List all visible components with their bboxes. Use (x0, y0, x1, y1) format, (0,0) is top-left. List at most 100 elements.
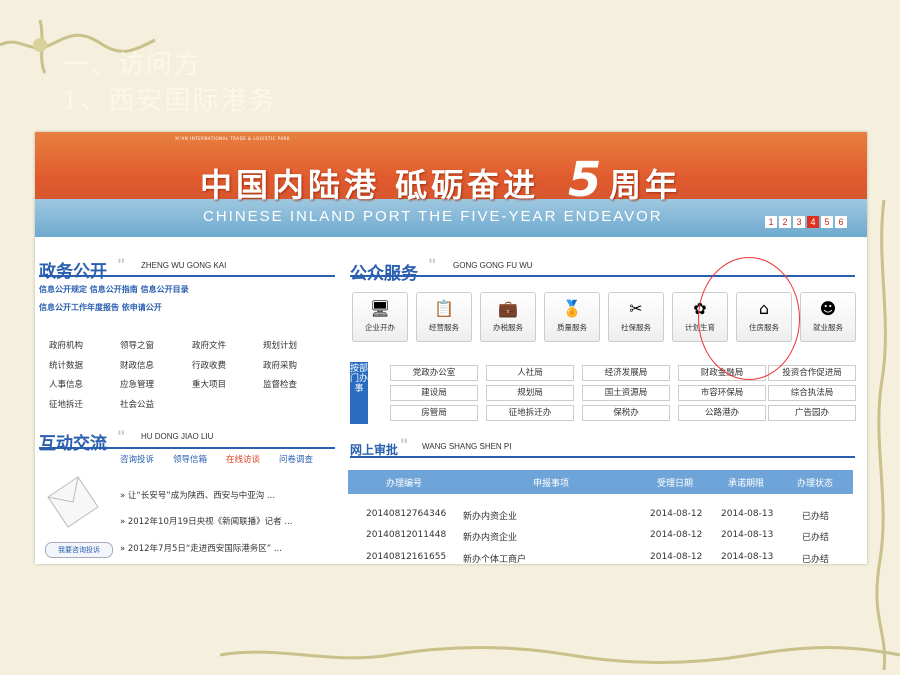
banner: XI'AN INTERNATIONAL TRADE & LOGISTIC PAR… (35, 132, 867, 237)
envelope-icon (47, 476, 99, 528)
clipboard-icon: 📋 (434, 299, 454, 318)
slide-title-line1: 一、访问方 (62, 50, 203, 80)
pager-5[interactable]: 5 (821, 216, 833, 228)
pager-1[interactable]: 1 (765, 216, 777, 228)
col-date: 受理日期 (657, 479, 694, 489)
vine-decoration-right (875, 200, 887, 670)
dept-button[interactable]: 市容环保局 (678, 385, 766, 401)
service-employment[interactable]: ☻ 就业服务 (800, 292, 856, 342)
service-social-security[interactable]: ✂ 社保服务 (608, 292, 664, 342)
banner-headline: 中国内陆港 砥砺奋进 周年 (200, 160, 681, 206)
dept-button[interactable]: 人社局 (486, 365, 574, 381)
cell-id: 20140812011448 (366, 530, 447, 540)
dept-button[interactable]: 公路港办 (678, 405, 766, 421)
news-item[interactable]: » 2012年7月5日“走进西安国际港务区” ... (120, 542, 282, 554)
gov-item[interactable]: 征地拆迁 (49, 398, 83, 410)
gov-item[interactable]: 统计数据 (49, 359, 83, 371)
briefcase-icon: 💼 (498, 299, 518, 318)
gov-item[interactable]: 社会公益 (120, 398, 154, 410)
public-title: 公众服务 (350, 264, 418, 284)
pager-4[interactable]: 4 (807, 216, 819, 228)
gov-item[interactable]: 规划计划 (263, 339, 297, 351)
service-operation[interactable]: 📋 经营服务 (416, 292, 472, 342)
dept-button[interactable]: 综合执法局 (768, 385, 856, 401)
people-icon: ☻ (819, 299, 837, 318)
cell-date: 2014-08-12 (650, 552, 703, 562)
interact-pinyin: HU DONG JIAO LIU (141, 432, 214, 441)
gov-item[interactable]: 人事信息 (49, 378, 83, 390)
dept-button[interactable]: 广告园办 (768, 405, 856, 421)
cell-status: 已办结 (802, 512, 830, 522)
cell-deadline: 2014-08-13 (721, 552, 774, 562)
interact-rule (39, 447, 335, 449)
consult-button[interactable]: 我要咨询投诉 (45, 542, 113, 558)
dept-button[interactable]: 国土资源局 (582, 385, 670, 401)
approval-rule (350, 456, 855, 458)
quote-mark: " (117, 255, 126, 274)
cell-item: 新办内资企业 (463, 512, 518, 522)
gov-rule (39, 275, 335, 277)
cell-status: 已办结 (802, 533, 830, 543)
dept-button[interactable]: 投资合作促进局 (768, 365, 856, 381)
medal-icon: 🏅 (562, 299, 582, 318)
news-item[interactable]: » 2012年10月19日央视《新闻联播》记者 ... (120, 515, 292, 527)
gov-item[interactable]: 应急管理 (120, 378, 154, 390)
approval-pinyin: WANG SHANG SHEN PI (422, 442, 512, 451)
vine-decoration-bottom (220, 646, 900, 664)
dept-button[interactable]: 规划局 (486, 385, 574, 401)
col-item: 申报事项 (533, 479, 570, 489)
dept-button[interactable]: 经济发展局 (582, 365, 670, 381)
banner-headline-text: 中国内陆港 砥砺奋进 (200, 166, 540, 204)
banner-five-logo: 5 (568, 152, 602, 208)
pager-6[interactable]: 6 (835, 216, 847, 228)
gov-item[interactable]: 财政信息 (120, 359, 154, 371)
col-status: 办理状态 (797, 479, 834, 489)
gov-links-row1[interactable]: 信息公开规定 信息公开指南 信息公开目录 (39, 284, 189, 295)
service-label: 企业开办 (365, 323, 395, 332)
service-tax[interactable]: 💼 办税服务 (480, 292, 536, 342)
gov-item[interactable]: 政府文件 (192, 339, 226, 351)
tab-survey[interactable]: 问卷调查 (279, 453, 313, 465)
gov-links-row2[interactable]: 信息公开工作年度报告 依申请公开 (39, 302, 162, 313)
col-id: 办理编号 (386, 479, 423, 489)
annotation-circle (698, 257, 800, 380)
tab-mailbox[interactable]: 领导信箱 (173, 453, 207, 465)
banner-pager: 1 2 3 4 5 6 (765, 216, 847, 228)
service-label: 社保服务 (621, 323, 651, 332)
tab-complaint[interactable]: 咨询投诉 (120, 453, 154, 465)
gov-item[interactable]: 行政收费 (192, 359, 226, 371)
gov-item[interactable]: 政府机构 (49, 339, 83, 351)
gov-item[interactable]: 重大项目 (192, 378, 226, 390)
dept-button[interactable]: 建设局 (390, 385, 478, 401)
service-label: 就业服务 (813, 323, 843, 332)
cell-item: 新办内资企业 (463, 533, 518, 543)
banner-headline-suffix: 周年 (609, 166, 682, 204)
banner-headline-en: CHINESE INLAND PORT THE FIVE-YEAR ENDEAV… (203, 208, 663, 225)
monitor-icon: 🖥 (369, 299, 391, 318)
approval-table-header: 办理编号 申报事项 受理日期 承诺期限 办理状态 (348, 470, 853, 494)
news-item[interactable]: » 让“长安号”成为陕西、西安与中亚沟 ... (120, 489, 275, 501)
dept-button[interactable]: 党政办公室 (390, 365, 478, 381)
gov-item[interactable]: 监督检查 (263, 378, 297, 390)
tab-interview[interactable]: 在线访谈 (226, 453, 260, 465)
dept-label: 按部门办事 (350, 362, 368, 424)
gov-item[interactable]: 领导之窗 (120, 339, 154, 351)
cell-id: 20140812161655 (366, 552, 447, 562)
public-pinyin: GONG GONG FU WU (453, 261, 533, 270)
interact-title: 互动交流 (39, 434, 107, 454)
cell-item: 新办个体工商户 (463, 555, 527, 564)
quote-mark: " (117, 427, 126, 446)
pager-2[interactable]: 2 (779, 216, 791, 228)
service-business-setup[interactable]: 🖥 企业开办 (352, 292, 408, 342)
pager-3[interactable]: 3 (793, 216, 805, 228)
service-label: 经营服务 (429, 323, 459, 332)
cell-date: 2014-08-12 (650, 509, 703, 519)
service-quality[interactable]: 🏅 质量服务 (544, 292, 600, 342)
cell-status: 已办结 (802, 555, 830, 564)
dept-button[interactable]: 保税办 (582, 405, 670, 421)
col-deadline: 承诺期限 (728, 479, 765, 489)
cell-id: 20140812764346 (366, 509, 447, 519)
dept-button[interactable]: 征地拆迁办 (486, 405, 574, 421)
dept-button[interactable]: 房管局 (390, 405, 478, 421)
gov-item[interactable]: 政府采购 (263, 359, 297, 371)
